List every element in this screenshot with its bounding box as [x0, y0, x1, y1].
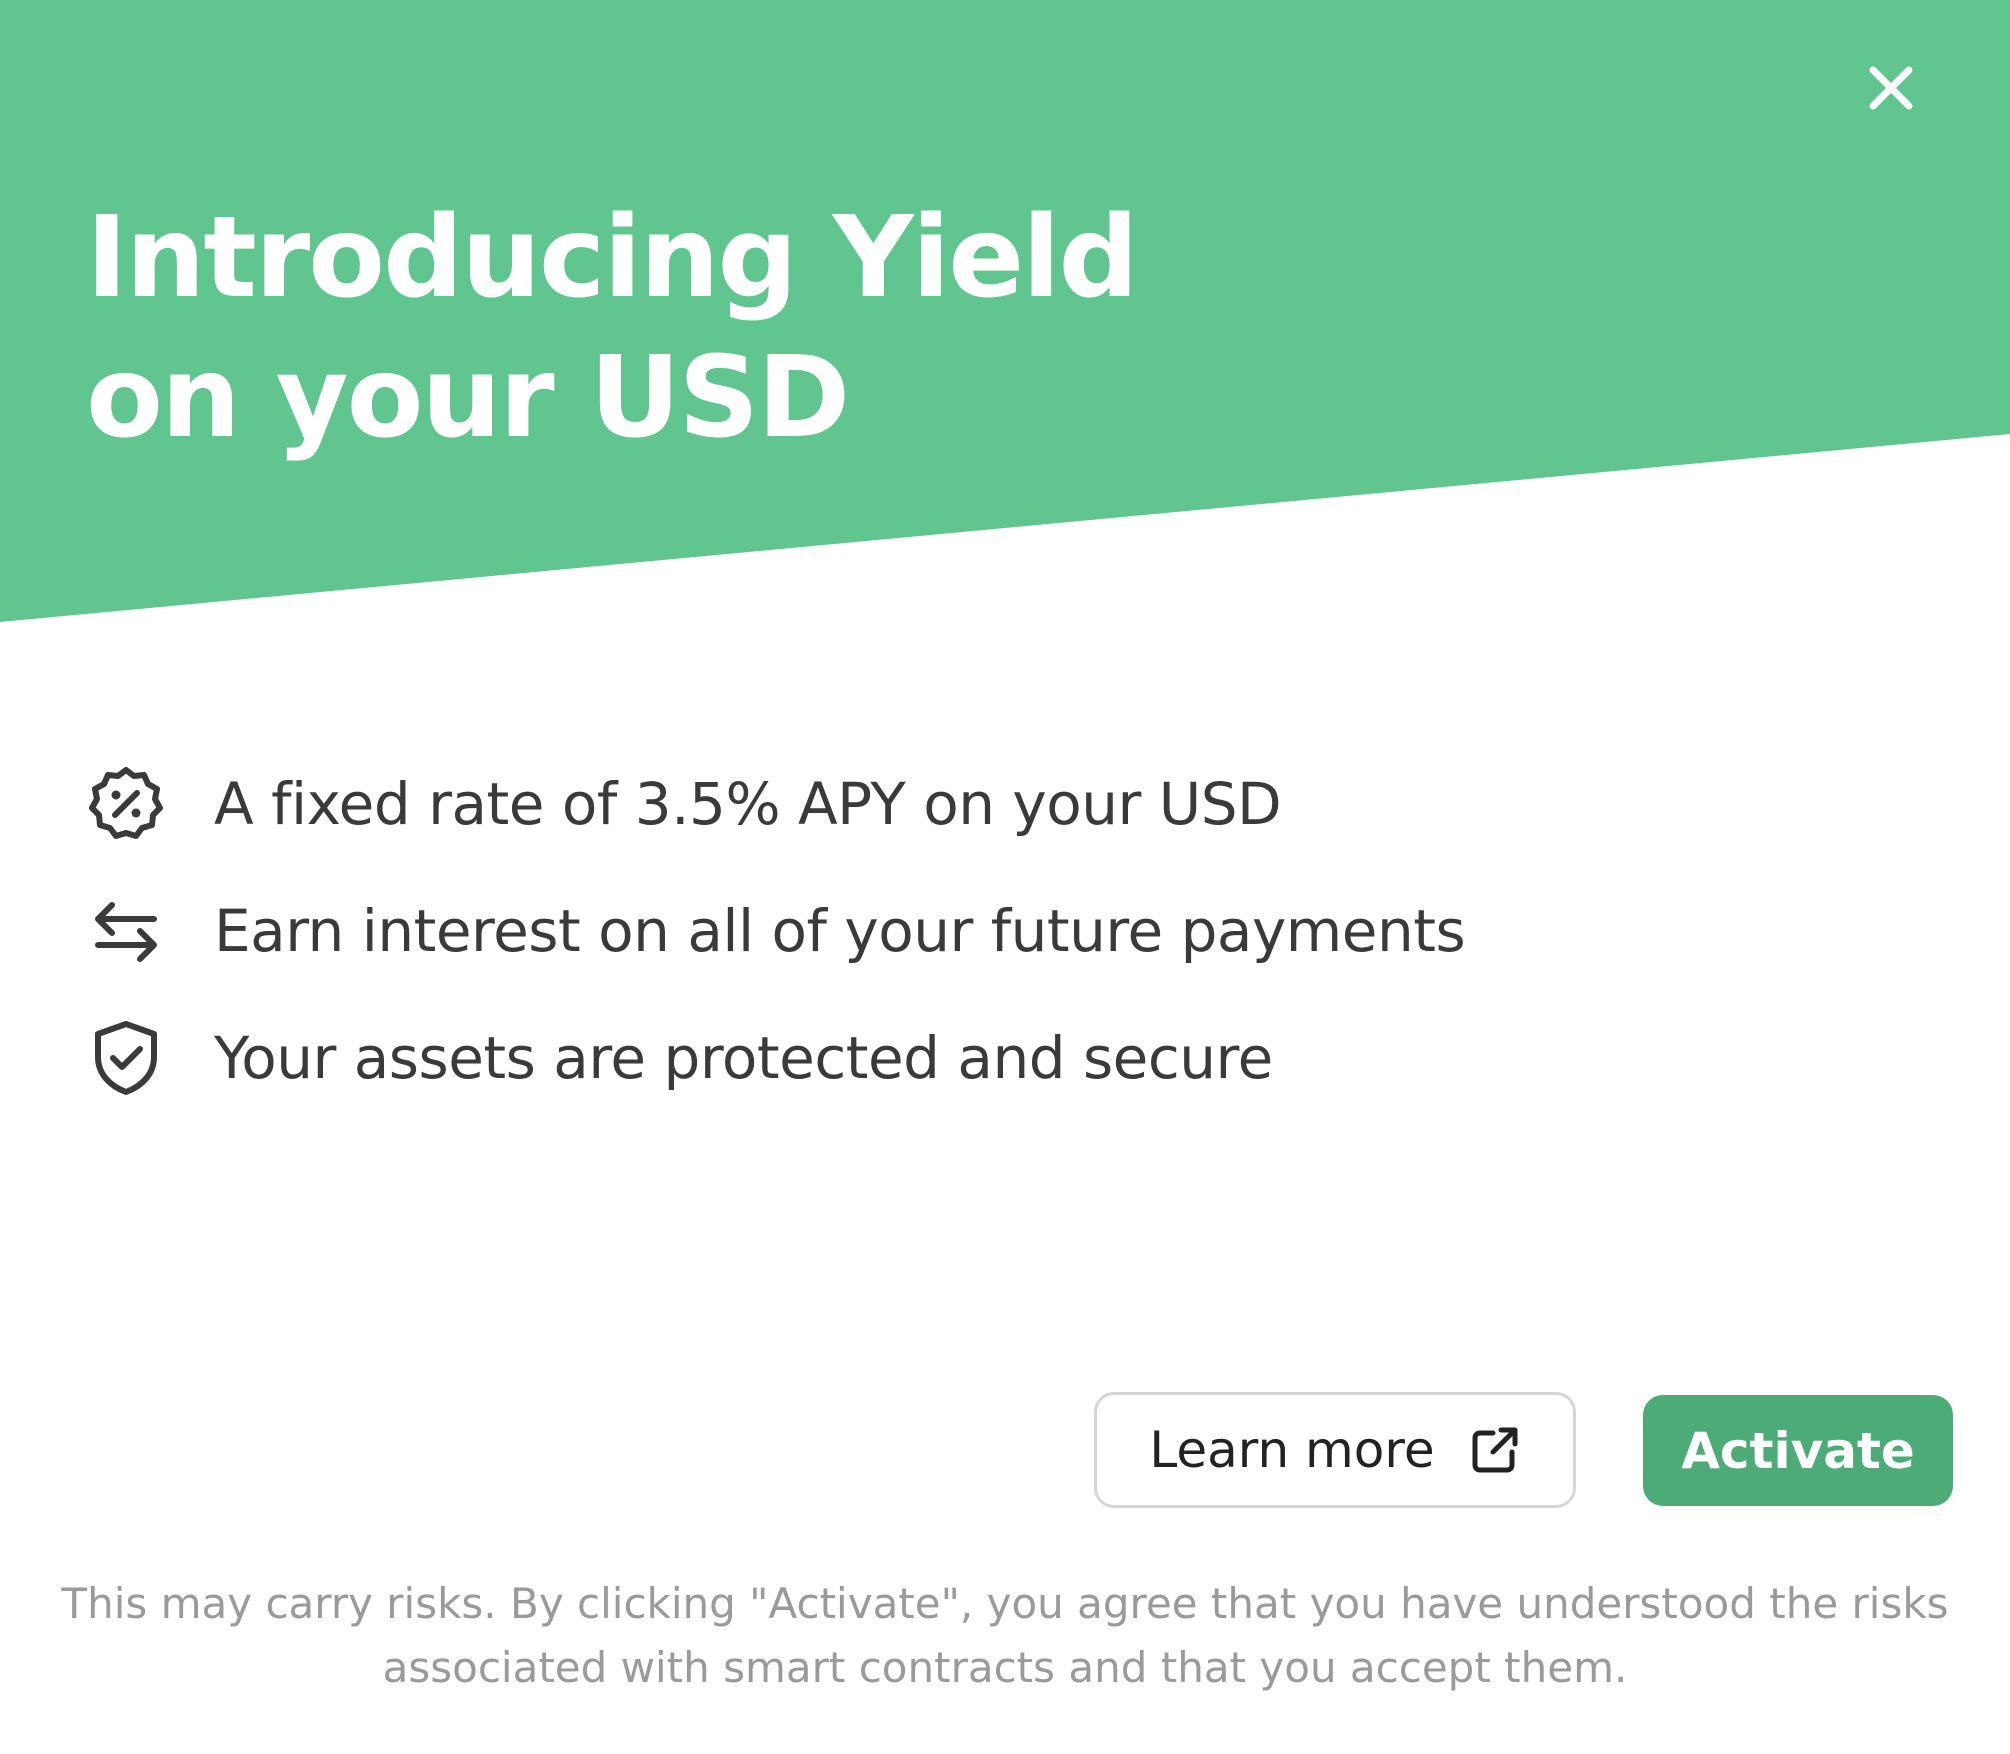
- feature-list: A fixed rate of 3.5% APY on your USD Ear…: [86, 740, 1466, 1121]
- feature-item-fixed-rate: A fixed rate of 3.5% APY on your USD: [86, 740, 1465, 867]
- title-line-2: on your USD: [86, 333, 850, 463]
- shield-check-icon: [86, 1018, 166, 1098]
- transfer-arrows-icon: [86, 891, 166, 971]
- yield-intro-modal: Introducing Yield on your USD A fixed ra…: [0, 0, 2010, 1754]
- external-link-icon: [1472, 1427, 1518, 1473]
- feature-text: Your assets are protected and secure: [214, 1023, 1273, 1092]
- feature-text: A fixed rate of 3.5% APY on your USD: [214, 769, 1282, 838]
- activate-button[interactable]: Activate: [1643, 1395, 1953, 1506]
- feature-item-earn-interest: Earn interest on all of your future paym…: [86, 867, 1466, 994]
- close-icon: [1869, 66, 1913, 110]
- activate-label: Activate: [1681, 1421, 1915, 1480]
- percent-badge-icon: [86, 764, 166, 844]
- feature-item-secure: Your assets are protected and secure: [86, 994, 1465, 1121]
- learn-more-label: Learn more: [1149, 1421, 1435, 1479]
- feature-text: Earn interest on all of your future paym…: [214, 896, 1466, 965]
- modal-title: Introducing Yield on your USD: [86, 188, 1139, 468]
- risk-disclaimer: This may carry risks. By clicking "Activ…: [61, 1579, 1949, 1692]
- close-button[interactable]: [1857, 54, 1925, 122]
- title-line-1: Introducing Yield: [86, 193, 1139, 323]
- learn-more-button[interactable]: Learn more: [1094, 1392, 1576, 1508]
